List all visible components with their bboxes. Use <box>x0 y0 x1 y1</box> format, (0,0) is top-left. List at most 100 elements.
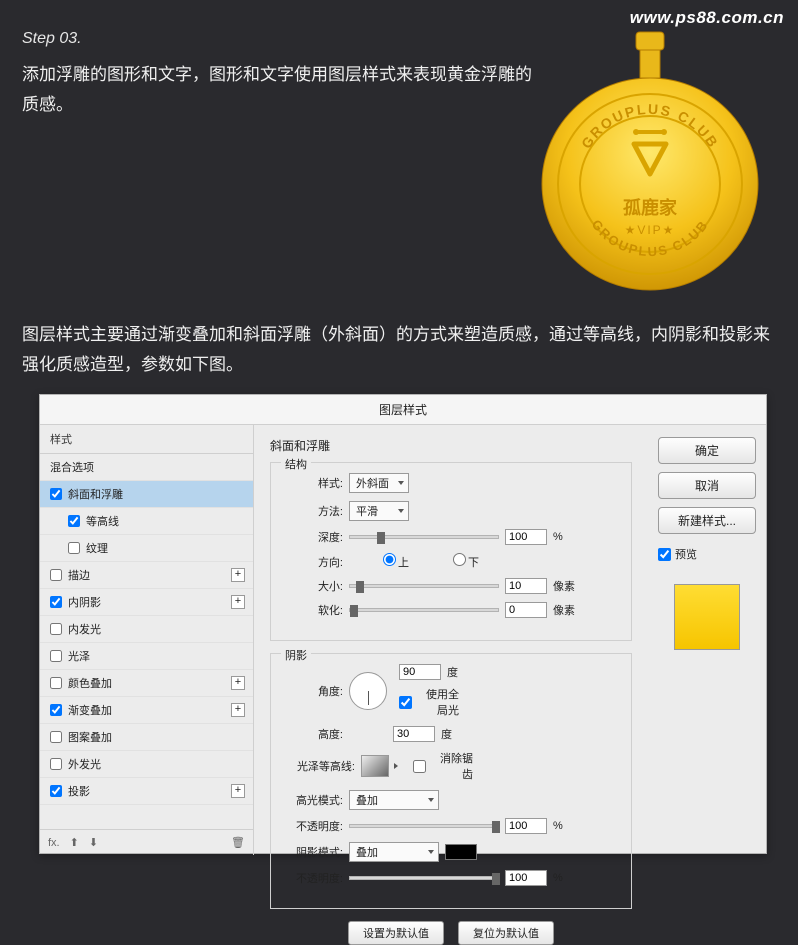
svg-text:★VIP★: ★VIP★ <box>625 223 676 237</box>
depth-slider[interactable] <box>349 535 499 539</box>
blend-options-row[interactable]: 混合选项 <box>40 454 253 481</box>
highlight-opacity-input[interactable] <box>505 818 547 834</box>
style-item-checkbox[interactable] <box>50 569 62 581</box>
section-title: 斜面和浮雕 <box>270 437 632 454</box>
style-item-checkbox[interactable] <box>68 542 80 554</box>
angle-label: 角度: <box>283 683 343 699</box>
style-item-checkbox[interactable] <box>50 731 62 743</box>
shadow-opacity-input[interactable] <box>505 870 547 886</box>
style-item-5[interactable]: 内发光 <box>40 616 253 643</box>
style-item-checkbox[interactable] <box>50 488 62 500</box>
highlight-mode-label: 高光模式: <box>283 792 343 808</box>
altitude-label: 高度: <box>283 726 343 742</box>
method-select[interactable]: 平滑 <box>349 501 409 521</box>
style-item-checkbox[interactable] <box>50 677 62 689</box>
style-item-11[interactable]: 投影 + <box>40 778 253 805</box>
angle-unit: 度 <box>447 664 458 680</box>
style-item-checkbox[interactable] <box>50 704 62 716</box>
style-item-label: 投影 <box>68 783 90 799</box>
direction-down[interactable]: 下 <box>419 553 479 570</box>
make-default-button[interactable]: 设置为默认值 <box>348 921 444 945</box>
style-header[interactable]: 样式 <box>40 425 253 454</box>
antialias-checkbox[interactable]: 消除锯齿 <box>413 750 473 782</box>
shadow-legend: 阴影 <box>281 647 311 663</box>
down-icon[interactable]: ⬇ <box>89 836 98 849</box>
size-label: 大小: <box>283 578 343 594</box>
highlight-mode-select[interactable]: 叠加 <box>349 790 439 810</box>
step-description: 添加浮雕的图形和文字，图形和文字使用图层样式来表现黄金浮雕的质感。 <box>22 60 532 120</box>
style-item-checkbox[interactable] <box>50 623 62 635</box>
dialog-title: 图层样式 <box>40 395 766 425</box>
style-item-checkbox[interactable] <box>50 758 62 770</box>
structure-fieldset: 结构 样式: 外斜面 方法: 平滑 深度: % 方向: <box>270 462 632 641</box>
soften-unit: 像素 <box>553 602 575 618</box>
medal-image: GROUPLUS CLUB 孤鹿家 ★VIP★ GROUPLUS CLUB <box>532 24 768 294</box>
svg-text:孤鹿家: 孤鹿家 <box>623 197 678 218</box>
style-item-checkbox[interactable] <box>50 650 62 662</box>
ok-button[interactable]: 确定 <box>658 437 756 464</box>
altitude-unit: 度 <box>441 726 452 742</box>
style-item-label: 颜色叠加 <box>68 675 112 691</box>
style-item-9[interactable]: 图案叠加 <box>40 724 253 751</box>
soften-label: 软化: <box>283 602 343 618</box>
left-footer: fx. ⬆ ⬇ 🗑 <box>40 829 253 855</box>
style-item-2[interactable]: 纹理 <box>40 535 253 562</box>
preview-checkbox[interactable]: 预览 <box>658 546 756 562</box>
style-item-10[interactable]: 外发光 <box>40 751 253 778</box>
add-effect-button[interactable]: + <box>231 568 245 582</box>
fx-menu[interactable]: fx. <box>48 837 60 849</box>
style-item-checkbox[interactable] <box>68 515 80 527</box>
direction-label: 方向: <box>283 554 343 570</box>
style-item-label: 等高线 <box>86 513 119 529</box>
shadow-opacity-slider[interactable] <box>349 876 499 880</box>
style-item-8[interactable]: 渐变叠加 + <box>40 697 253 724</box>
style-item-4[interactable]: 内阴影 + <box>40 589 253 616</box>
style-item-6[interactable]: 光泽 <box>40 643 253 670</box>
shadow-mode-label: 阴影模式: <box>283 844 343 860</box>
highlight-opacity-slider[interactable] <box>349 824 499 828</box>
add-effect-button[interactable]: + <box>231 595 245 609</box>
size-unit: 像素 <box>553 578 575 594</box>
style-item-label: 内阴影 <box>68 594 101 610</box>
style-item-0[interactable]: 斜面和浮雕 <box>40 481 253 508</box>
add-effect-button[interactable]: + <box>231 703 245 717</box>
direction-up[interactable]: 上 <box>349 553 409 570</box>
style-select[interactable]: 外斜面 <box>349 473 409 493</box>
shadow-color-swatch[interactable] <box>445 844 477 860</box>
depth-input[interactable] <box>505 529 547 545</box>
altitude-input[interactable] <box>393 726 435 742</box>
step-label: Step 03. <box>22 30 82 48</box>
style-item-3[interactable]: 描边+ <box>40 562 253 589</box>
new-style-button[interactable]: 新建样式... <box>658 507 756 534</box>
shadow-opacity-unit: % <box>553 872 563 884</box>
left-panel: 样式 混合选项 斜面和浮雕等高线纹理描边+ 内阴影 + 内发光光泽颜色叠加 + 渐变叠加 +… <box>40 425 254 855</box>
size-slider[interactable] <box>349 584 499 588</box>
depth-unit: % <box>553 531 563 543</box>
style-list: 样式 混合选项 斜面和浮雕等高线纹理描边+ 内阴影 + 内发光光泽颜色叠加 + 渐变叠加 +… <box>40 425 253 829</box>
soften-slider[interactable] <box>349 608 499 612</box>
up-icon[interactable]: ⬆ <box>70 836 79 849</box>
cancel-button[interactable]: 取消 <box>658 472 756 499</box>
style-item-label: 纹理 <box>86 540 108 556</box>
style-item-label: 内发光 <box>68 621 101 637</box>
gloss-contour-label: 光泽等高线: <box>283 758 355 774</box>
global-light-checkbox[interactable]: 使用全局光 <box>399 686 459 718</box>
add-effect-button[interactable]: + <box>231 676 245 690</box>
style-item-1[interactable]: 等高线 <box>40 508 253 535</box>
depth-label: 深度: <box>283 529 343 545</box>
style-item-7[interactable]: 颜色叠加 + <box>40 670 253 697</box>
angle-widget[interactable] <box>349 672 387 710</box>
angle-input[interactable] <box>399 664 441 680</box>
trash-icon[interactable]: 🗑 <box>231 836 245 849</box>
soften-input[interactable] <box>505 602 547 618</box>
reset-default-button[interactable]: 复位为默认值 <box>458 921 554 945</box>
style-item-checkbox[interactable] <box>50 596 62 608</box>
style-item-label: 渐变叠加 <box>68 702 112 718</box>
size-input[interactable] <box>505 578 547 594</box>
style-item-checkbox[interactable] <box>50 785 62 797</box>
shadow-mode-select[interactable]: 叠加 <box>349 842 439 862</box>
gloss-contour-picker[interactable] <box>361 755 389 777</box>
highlight-opacity-label: 不透明度: <box>283 818 343 834</box>
preview-swatch <box>674 584 740 650</box>
add-effect-button[interactable]: + <box>231 784 245 798</box>
